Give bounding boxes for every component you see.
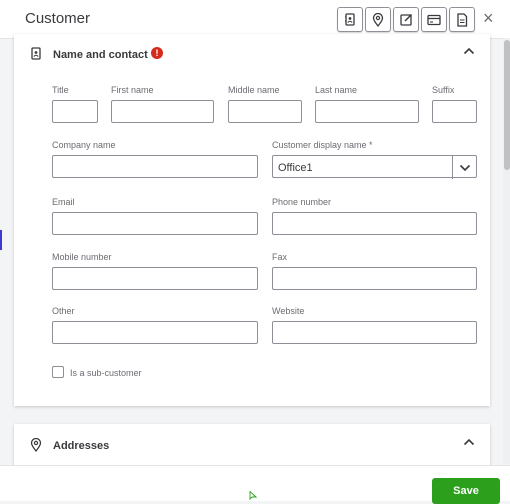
title-input[interactable] <box>52 100 98 123</box>
display-name-label: Customer display name * <box>272 140 373 150</box>
first-name-label: First name <box>111 85 154 95</box>
section-title-addresses: Addresses <box>53 440 110 452</box>
contact-card-icon[interactable] <box>337 7 363 32</box>
middle-name-input[interactable] <box>228 100 302 123</box>
scrollbar-thumb[interactable] <box>504 40 510 170</box>
website-label: Website <box>272 306 305 316</box>
save-button[interactable]: Save <box>432 478 500 504</box>
phone-input[interactable] <box>272 212 477 235</box>
email-input[interactable] <box>52 212 258 235</box>
page-accent-bar <box>0 230 2 250</box>
last-name-label: Last name <box>315 85 358 95</box>
mobile-label: Mobile number <box>52 252 112 262</box>
chevron-down-icon[interactable] <box>452 156 477 179</box>
fax-input[interactable] <box>272 267 477 290</box>
chevron-up-icon[interactable] <box>463 438 475 446</box>
location-pin-icon <box>30 437 42 457</box>
first-name-input[interactable] <box>111 100 214 123</box>
company-name-input[interactable] <box>52 155 258 178</box>
contact-card-icon <box>30 47 42 65</box>
location-pin-icon[interactable] <box>365 7 391 32</box>
payment-card-icon[interactable] <box>421 7 447 32</box>
middle-name-label: Middle name <box>228 85 280 95</box>
website-input[interactable] <box>272 321 477 344</box>
other-label: Other <box>52 306 75 316</box>
phone-label: Phone number <box>272 197 332 207</box>
close-icon[interactable]: × <box>483 9 494 27</box>
fax-label: Fax <box>272 252 288 262</box>
display-name-value: Office1 <box>278 162 313 174</box>
company-name-label: Company name <box>52 140 116 150</box>
sub-customer-checkbox[interactable] <box>52 366 64 378</box>
suffix-label: Suffix <box>432 85 455 95</box>
other-input[interactable] <box>52 321 258 344</box>
section-title-name-contact: Name and contact <box>53 49 148 61</box>
mouse-cursor-icon <box>249 491 257 500</box>
suffix-input[interactable] <box>432 100 477 123</box>
last-name-input[interactable] <box>315 100 419 123</box>
chevron-up-icon[interactable] <box>463 47 475 55</box>
dialog-title: Customer <box>25 10 91 27</box>
sub-customer-label: Is a sub-customer <box>70 368 142 378</box>
alert-icon: ! <box>151 47 163 59</box>
edit-note-icon[interactable] <box>393 7 419 32</box>
email-label: Email <box>52 197 75 207</box>
mobile-input[interactable] <box>52 267 258 290</box>
title-label: Title <box>52 85 69 95</box>
document-icon[interactable] <box>449 7 475 32</box>
